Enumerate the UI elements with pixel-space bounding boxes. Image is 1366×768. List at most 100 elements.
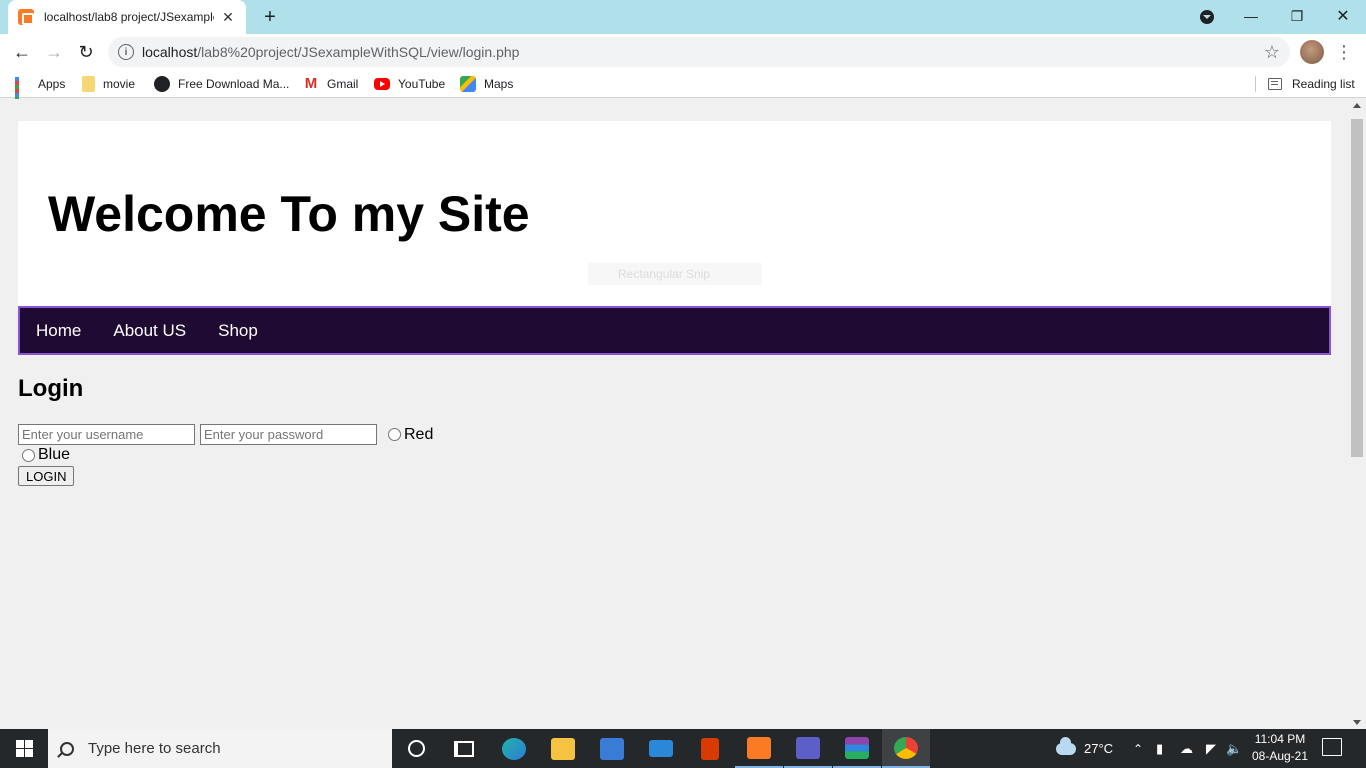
clock-date: 08-Aug-21 [1251,749,1309,763]
weather-cloud-icon [1056,736,1076,755]
store-icon [600,737,624,760]
bookmark-apps[interactable]: Apps [14,74,65,113]
bookmark-label: YouTube [398,77,446,91]
clock-time: 11:04 PM [1254,732,1306,746]
password-input[interactable] [200,424,377,445]
reload-icon[interactable]: ↻ [74,40,98,64]
taskbar-search[interactable]: Type here to search [48,729,392,768]
radio-red-label: Red [404,425,434,443]
task-view-button[interactable] [440,729,488,768]
mail-icon [649,740,673,757]
page-viewport: Welcome To my Site Rectangular Snip Home… [0,99,1348,729]
battery-icon[interactable]: ▮ [1156,729,1163,768]
chrome-icon [894,736,918,759]
radio-blue[interactable] [22,448,35,462]
minimize-icon[interactable]: — [1228,0,1274,32]
xampp-icon [747,736,771,759]
winrar-button[interactable] [833,729,881,768]
address-bar[interactable]: i localhost/lab8%20project/JSexampleWith… [108,37,1290,67]
reading-list-label: Reading list [1292,77,1355,91]
weather-temp: 27°C [1084,741,1114,756]
bookmark-label: movie [103,77,136,91]
xampp-favicon-icon [18,9,34,25]
back-icon[interactable]: ← [10,40,34,64]
scroll-up-icon[interactable] [1353,103,1361,108]
gmail-icon: M [304,75,318,92]
login-form-row-2: Blue [18,446,70,464]
weather-widget[interactable]: 27°C [1056,729,1113,768]
taskbar-clock[interactable]: 11:04 PM 08-Aug-21 [1246,731,1314,766]
file-explorer-button[interactable] [539,729,587,768]
bookmark-star-icon[interactable]: ☆ [1264,42,1280,63]
close-tab-icon[interactable]: ✕ [220,9,236,25]
site-navbar: Home About US Shop [18,306,1331,355]
snip-overlay-label: Rectangular Snip [588,263,762,285]
browser-tab[interactable]: localhost/lab8 project/JSexample ✕ [8,0,246,34]
nav-shop[interactable]: Shop [218,321,258,341]
scroll-down-icon[interactable] [1353,720,1361,725]
search-icon [60,741,74,756]
bookmark-gmail[interactable]: M Gmail [303,74,359,94]
radio-red[interactable] [388,428,401,441]
close-window-icon[interactable]: ✕ [1320,0,1366,32]
profile-avatar[interactable] [1300,40,1324,64]
browser-toolbar: ← → ↻ i localhost/lab8%20project/JSexamp… [0,34,1366,70]
forward-icon[interactable]: → [42,40,66,64]
bookmarks-divider [1255,76,1256,92]
task-view-icon [454,740,474,757]
bookmark-movie[interactable]: movie [82,74,135,94]
restore-icon[interactable]: ❐ [1274,0,1320,32]
show-hidden-icons[interactable]: ⌃ [1133,729,1143,768]
wifi-icon[interactable]: ◤ [1206,729,1216,768]
scroll-thumb[interactable] [1351,119,1363,457]
edge-button[interactable] [490,729,538,768]
login-heading: Login [18,375,84,402]
bookmark-label: Free Download Ma... [178,77,290,91]
taskbar-search-placeholder: Type here to search [88,740,221,757]
cortana-button[interactable] [392,729,440,768]
bookmark-maps[interactable]: Maps [460,74,513,94]
windows-logo-icon [15,740,33,757]
tab-title: localhost/lab8 project/JSexample [44,10,214,24]
page-scrollbar[interactable] [1348,99,1366,729]
office-icon [701,737,719,760]
xampp-button[interactable] [735,729,783,768]
bookmarks-bar: Apps movie Free Download Ma... M Gmail Y… [0,70,1366,113]
radio-blue-label: Blue [38,446,71,463]
start-button[interactable] [0,729,48,768]
notification-center-icon[interactable] [1322,738,1342,756]
bookmark-youtube[interactable]: YouTube [374,74,445,94]
volume-icon[interactable]: 🔈 [1226,729,1242,768]
teams-icon [796,736,820,759]
winrar-icon [845,736,869,759]
folder-icon [551,737,575,760]
cortana-icon [407,740,425,757]
onedrive-icon[interactable]: ☁ [1180,729,1193,768]
url-host: localhost [142,44,198,60]
login-button[interactable]: LOGIN [18,466,75,486]
username-input[interactable] [18,424,195,445]
browser-menu-icon[interactable]: ⋮ [1335,40,1353,64]
chrome-button[interactable] [882,729,930,768]
tab-search-icon[interactable] [1196,6,1218,28]
site-title: Welcome To my Site [48,186,530,242]
windows-taskbar: Type here to search 27°C ⌃ ▮ ☁ ◤ 🔈 11:04… [0,729,1366,768]
youtube-icon [374,78,390,90]
bookmark-free-download[interactable]: Free Download Ma... [154,74,289,94]
edge-icon [502,737,526,760]
store-button[interactable] [588,729,636,768]
site-info-icon[interactable]: i [118,44,134,60]
office-button[interactable] [686,729,734,768]
apps-grid-icon [14,76,30,113]
new-tab-button[interactable]: + [258,5,282,29]
bookmark-label: Gmail [327,77,359,91]
reading-list-icon [1268,78,1282,90]
browser-titlebar: localhost/lab8 project/JSexample ✕ + — ❐… [0,0,1366,34]
globe-icon [154,76,170,92]
teams-button[interactable] [784,729,832,768]
mail-button[interactable] [637,729,685,768]
url-text[interactable]: localhost/lab8%20project/JSexampleWithSQ… [142,44,519,60]
nav-about-us[interactable]: About US [113,321,186,341]
reading-list-button[interactable]: Reading list [1268,74,1355,94]
nav-home[interactable]: Home [36,321,81,341]
